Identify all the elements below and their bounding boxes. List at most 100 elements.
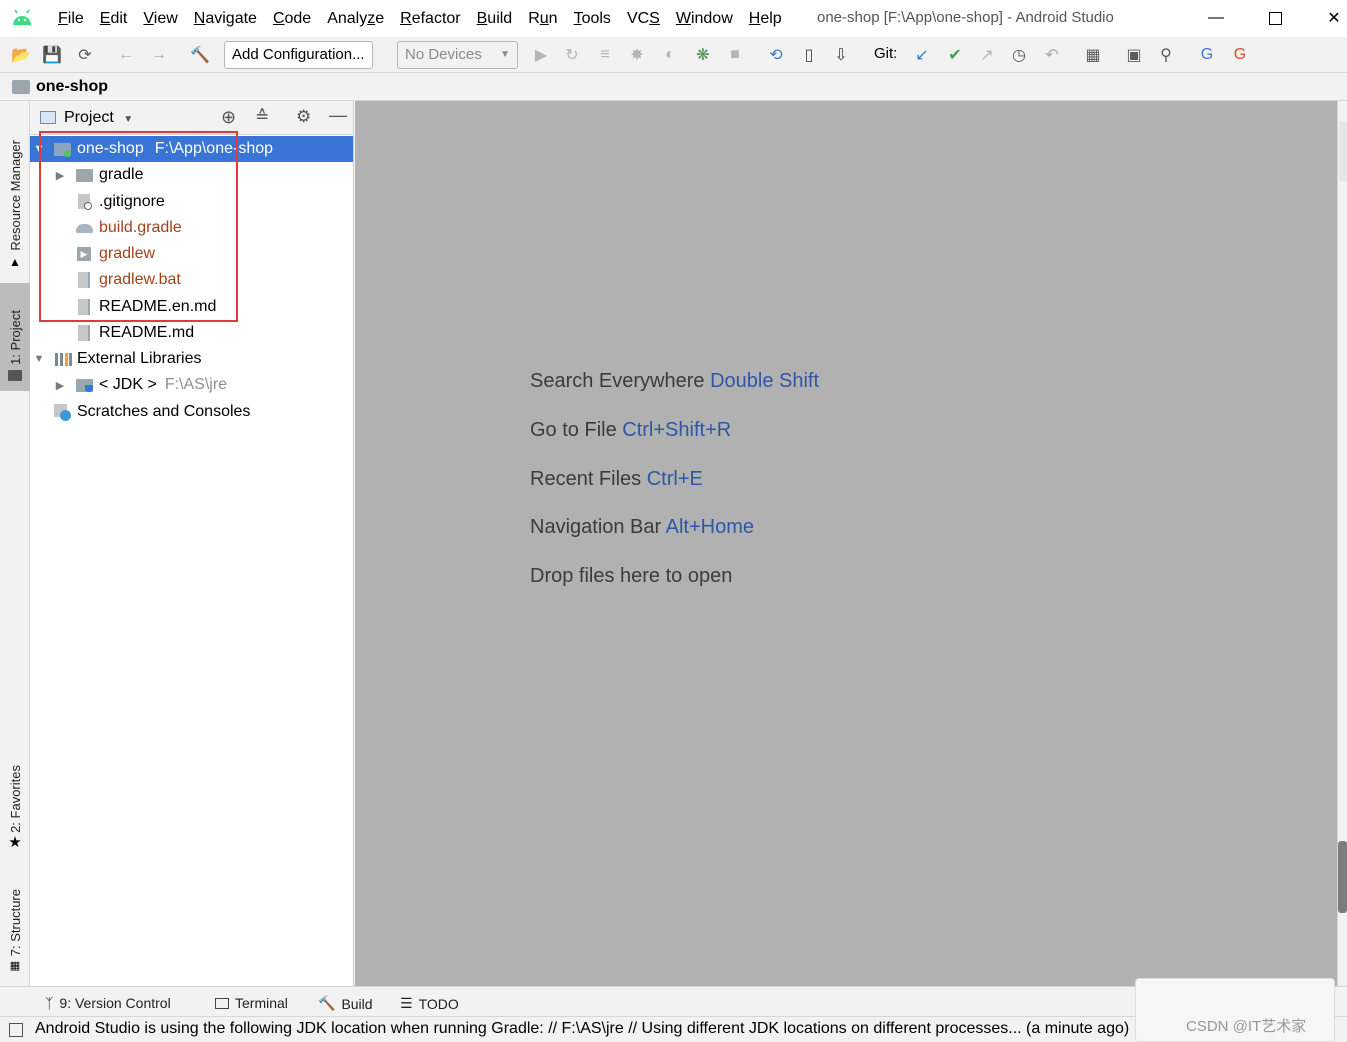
tab-favorites[interactable]: 2: Favorites ★ xyxy=(0,751,30,851)
hint-go-to-file: Go to File Ctrl+Shift+R xyxy=(530,419,731,442)
tab-label: 9: Version Control xyxy=(59,995,171,1011)
save-all-icon[interactable]: 💾 xyxy=(41,44,63,66)
tab-label: Terminal xyxy=(235,995,288,1011)
forward-icon[interactable]: → xyxy=(148,44,170,66)
hint-drop-files: Drop files here to open xyxy=(530,565,732,588)
hammer-icon: 🔨 xyxy=(318,995,336,1011)
menu-help[interactable]: Help xyxy=(741,0,790,37)
run-icon[interactable]: ▶ xyxy=(530,44,552,66)
collapse-all-icon[interactable]: ≙ xyxy=(255,107,269,127)
tab-project[interactable]: 1: Project xyxy=(0,283,30,391)
tree-item-readme[interactable]: README.md xyxy=(30,320,353,346)
tree-item-label: gradlew.bat xyxy=(99,271,181,288)
expand-arrow-icon[interactable]: ▶ xyxy=(53,379,67,392)
tree-item-one-shop[interactable]: ▼ one-shop F:\App\one-shop xyxy=(30,136,353,162)
hide-panel-icon[interactable]: — xyxy=(329,105,347,126)
device-selector[interactable]: No Devices ▼ xyxy=(397,41,518,69)
tab-structure[interactable]: 7: Structure ▦ xyxy=(0,874,30,972)
tree-item-scratches[interactable]: Scratches and Consoles xyxy=(30,399,353,425)
add-configuration-button[interactable]: Add Configuration... xyxy=(224,41,373,69)
tree-item-gradlew[interactable]: ▶ gradlew xyxy=(30,241,353,267)
tree-item-label: README.md xyxy=(99,324,195,341)
profile-icon[interactable]: ◐ xyxy=(659,44,681,66)
tree-item-gitignore[interactable]: .gitignore xyxy=(30,189,353,215)
tree-item-label: one-shop xyxy=(77,140,144,157)
tab-resource-manager[interactable]: Resource Manager ▲ xyxy=(0,121,30,269)
library-icon xyxy=(54,350,72,368)
tab-project-label: 1: Project xyxy=(7,310,23,365)
tree-item-gradlew-bat[interactable]: gradlew.bat xyxy=(30,267,353,293)
resource-manager-icon: ▲ xyxy=(9,255,21,269)
menu-refactor[interactable]: Refactor xyxy=(392,0,468,37)
menu-build[interactable]: Build xyxy=(469,0,521,37)
sdk-manager-icon[interactable]: ⇩ xyxy=(830,44,852,66)
expand-arrow-icon[interactable]: ▼ xyxy=(32,143,46,155)
hint-navigation-bar: Navigation Bar Alt+Home xyxy=(530,516,754,539)
menu-run[interactable]: Run xyxy=(520,0,565,37)
sync-gradle-icon[interactable]: ⟲ xyxy=(765,44,787,66)
menu-analyze[interactable]: Analyze xyxy=(319,0,392,37)
apply-code-changes-icon[interactable]: ≡ xyxy=(594,44,616,66)
sync-icon[interactable]: ⟳ xyxy=(74,44,96,66)
menu-navigate[interactable]: Navigate xyxy=(186,0,265,37)
expand-arrow-icon[interactable]: ▼ xyxy=(32,353,46,365)
locate-icon[interactable]: ⊕ xyxy=(221,107,236,128)
stop-icon[interactable]: ■ xyxy=(724,44,746,66)
gradle-file-icon xyxy=(76,219,94,237)
tab-build[interactable]: 🔨 Build xyxy=(318,995,373,1012)
menu-code[interactable]: Code xyxy=(265,0,319,37)
search-icon[interactable]: ⚲ xyxy=(1155,44,1177,66)
translate-icon[interactable]: G xyxy=(1196,44,1218,66)
terminal-window-icon[interactable]: ▣ xyxy=(1123,44,1145,66)
apply-changes-icon[interactable]: ↻ xyxy=(561,44,583,66)
git-push-icon[interactable]: ↗ xyxy=(976,44,998,66)
tab-label: TODO xyxy=(418,995,459,1012)
git-rollback-icon[interactable]: ↶ xyxy=(1041,44,1063,66)
version-control-icon: ᛉ xyxy=(45,995,54,1011)
tree-item-external-libraries[interactable]: ▼ External Libraries xyxy=(30,346,353,372)
breadcrumb-project[interactable]: one-shop xyxy=(36,78,108,96)
hint-shortcut: Ctrl+Shift+R xyxy=(622,419,732,441)
right-tab-gradle[interactable] xyxy=(1339,121,1347,181)
menu-file[interactable]: File xyxy=(50,0,92,37)
open-folder-icon[interactable]: 📂 xyxy=(10,44,32,66)
maximize-button[interactable] xyxy=(1252,0,1298,36)
menu-vcs[interactable]: VCS xyxy=(619,0,668,37)
main-toolbar: 📂 💾 ⟳ ← → 🔨 Add Configuration... No Devi… xyxy=(0,37,1347,73)
tree-item-readme-en[interactable]: README.en.md xyxy=(30,294,353,320)
git-history-icon[interactable]: ◷ xyxy=(1008,44,1030,66)
tab-version-control[interactable]: ᛉ 9: Version Control xyxy=(45,995,171,1011)
expand-arrow-icon[interactable]: ▶ xyxy=(53,169,67,182)
tree-item-path: F:\App\one-shop xyxy=(154,140,274,157)
tab-terminal[interactable]: Terminal xyxy=(215,995,288,1011)
back-icon[interactable]: ← xyxy=(115,44,137,66)
menu-view[interactable]: View xyxy=(135,0,185,37)
device-selector-label: No Devices xyxy=(405,46,482,63)
editor-empty-area[interactable]: Search Everywhere Double Shift Go to Fil… xyxy=(355,101,1337,986)
debug-icon[interactable]: ✸ xyxy=(626,44,648,66)
tab-resource-manager-label: Resource Manager xyxy=(7,140,23,251)
git-commit-icon[interactable]: ✔ xyxy=(944,44,966,66)
tree-item-gradle[interactable]: ▶ gradle xyxy=(30,162,353,188)
avd-manager-icon[interactable]: ▯ xyxy=(798,44,820,66)
tree-item-label: gradlew xyxy=(99,245,156,262)
menu-window[interactable]: Window xyxy=(668,0,741,37)
tab-todo[interactable]: ☰ TODO xyxy=(400,995,459,1012)
attach-debugger-icon[interactable]: ❋ xyxy=(692,44,714,66)
minimize-button[interactable]: — xyxy=(1193,0,1239,36)
tree-item-jdk[interactable]: ▶ < JDK > F:\AS\jre xyxy=(30,372,353,398)
menu-edit[interactable]: Edit xyxy=(92,0,136,37)
hint-text: Search Everywhere xyxy=(530,370,705,392)
dropdown-arrow-icon: ▼ xyxy=(123,114,134,125)
project-structure-icon[interactable]: ▦ xyxy=(1082,44,1104,66)
status-message[interactable]: Android Studio is using the following JD… xyxy=(35,1020,1135,1038)
translate-alt-icon[interactable]: G xyxy=(1229,44,1251,66)
hammer-icon[interactable]: 🔨 xyxy=(189,44,211,66)
gear-icon[interactable]: ⚙ xyxy=(296,107,311,127)
close-button[interactable]: ✕ xyxy=(1311,0,1347,36)
project-view-selector[interactable]: Project ▼ xyxy=(64,109,133,127)
git-update-icon[interactable]: ↙ xyxy=(911,44,933,66)
menu-tools[interactable]: Tools xyxy=(566,0,619,37)
toggle-tool-windows-icon[interactable] xyxy=(9,1023,23,1037)
tree-item-build-gradle[interactable]: build.gradle xyxy=(30,215,353,241)
